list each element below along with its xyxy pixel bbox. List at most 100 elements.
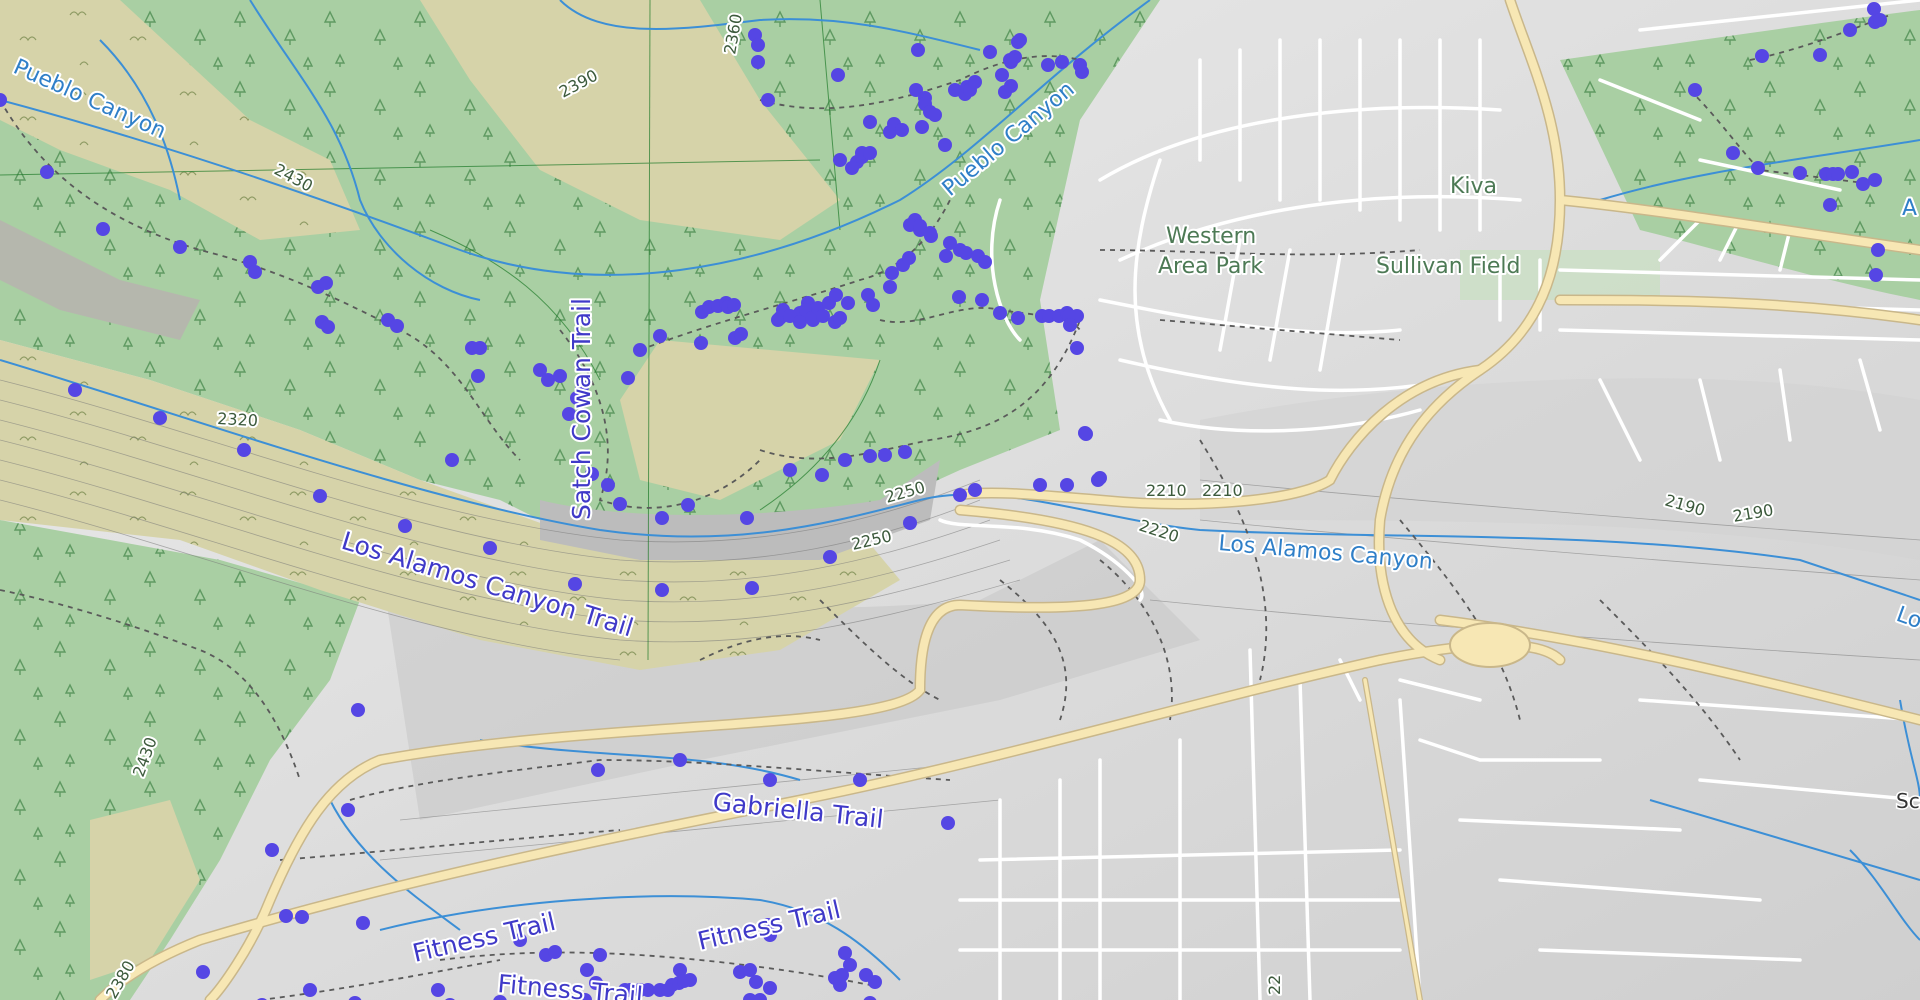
trail-marker[interactable] [734,327,748,341]
trail-marker[interactable] [833,311,847,325]
trail-marker[interactable] [580,963,594,977]
trail-marker[interactable] [727,298,741,312]
trail-marker[interactable] [1751,161,1765,175]
trail-marker[interactable] [96,222,110,236]
trail-marker[interactable] [978,255,992,269]
trail-marker[interactable] [1813,48,1827,62]
trail-marker[interactable] [833,153,847,167]
trail-marker[interactable] [694,336,708,350]
trail-marker[interactable] [841,296,855,310]
trail-marker[interactable] [613,497,627,511]
trail-marker[interactable] [983,45,997,59]
trail-marker[interactable] [943,236,957,250]
trail-marker[interactable] [859,968,873,982]
trail-marker[interactable] [621,371,635,385]
label-satch-cowan-trail[interactable]: Satch Cowan Trail [565,296,598,522]
trail-marker[interactable] [828,971,842,985]
trail-marker[interactable] [1793,166,1807,180]
trail-marker[interactable] [471,369,485,383]
trail-marker[interactable] [196,965,210,979]
trail-marker[interactable] [1823,198,1837,212]
trail-marker[interactable] [1011,35,1025,49]
trail-marker[interactable] [853,773,867,787]
trail-marker[interactable] [883,280,897,294]
trail-marker[interactable] [633,343,647,357]
trail-marker[interactable] [1091,473,1105,487]
trail-marker[interactable] [1869,268,1883,282]
trail-marker[interactable] [866,298,880,312]
trail-marker[interactable] [483,541,497,555]
trail-marker[interactable] [677,974,691,988]
trail-marker[interactable] [591,763,605,777]
trail-marker[interactable] [751,38,765,52]
trail-marker[interactable] [1688,83,1702,97]
trail-marker[interactable] [173,240,187,254]
trail-marker[interactable] [248,265,262,279]
trail-marker[interactable] [923,226,937,240]
trail-marker[interactable] [1871,243,1885,257]
trail-marker[interactable] [319,276,333,290]
trail-marker[interactable] [1070,341,1084,355]
trail-marker[interactable] [548,945,562,959]
map-canvas[interactable]: Los Alamos Canyon Trail Satch Cowan Trai… [0,0,1920,1000]
trail-marker[interactable] [763,981,777,995]
trail-marker[interactable] [749,975,763,989]
trail-marker[interactable] [601,478,615,492]
trail-marker[interactable] [938,138,952,152]
trail-marker[interactable] [390,319,404,333]
trail-marker[interactable] [968,483,982,497]
trail-marker[interactable] [681,498,695,512]
trail-marker[interactable] [911,43,925,57]
trail-marker[interactable] [793,315,807,329]
trail-marker[interactable] [823,550,837,564]
trail-marker[interactable] [265,843,279,857]
trail-marker[interactable] [751,55,765,69]
trail-marker[interactable] [398,519,412,533]
trail-marker[interactable] [1755,49,1769,63]
trail-marker[interactable] [1075,65,1089,79]
trail-marker[interactable] [1055,55,1069,69]
trail-marker[interactable] [279,909,293,923]
trail-marker[interactable] [740,511,754,525]
trail-marker[interactable] [838,946,852,960]
trail-marker[interactable] [237,443,251,457]
trail-marker[interactable] [1060,478,1074,492]
trail-marker[interactable] [653,329,667,343]
trail-marker[interactable] [40,165,54,179]
trail-marker[interactable] [915,120,929,134]
trail-marker[interactable] [903,516,917,530]
trail-marker[interactable] [473,341,487,355]
trail-marker[interactable] [356,916,370,930]
trail-marker[interactable] [783,463,797,477]
trail-marker[interactable] [939,249,953,263]
trail-marker[interactable] [838,453,852,467]
trail-marker[interactable] [303,983,317,997]
trail-marker[interactable] [1033,478,1047,492]
trail-marker[interactable] [898,445,912,459]
topographic-map[interactable]: Los Alamos Canyon Trail Satch Cowan Trai… [0,0,1920,1000]
trail-marker[interactable] [351,703,365,717]
trail-marker[interactable] [431,983,445,997]
trail-marker[interactable] [1843,23,1857,37]
trail-marker[interactable] [968,75,982,89]
trail-marker[interactable] [321,320,335,334]
trail-marker[interactable] [843,958,857,972]
trail-marker[interactable] [655,583,669,597]
trail-marker[interactable] [593,948,607,962]
trail-marker[interactable] [341,803,355,817]
trail-marker[interactable] [993,306,1007,320]
trail-marker[interactable] [68,383,82,397]
trail-marker[interactable] [845,161,859,175]
trail-marker[interactable] [445,453,459,467]
trail-marker[interactable] [816,309,830,323]
trail-marker[interactable] [1845,165,1859,179]
trail-marker[interactable] [995,68,1009,82]
trail-marker[interactable] [743,963,757,977]
trail-marker[interactable] [745,581,759,595]
trail-marker[interactable] [975,293,989,307]
trail-marker[interactable] [953,488,967,502]
trail-marker[interactable] [1856,177,1870,191]
trail-marker[interactable] [863,449,877,463]
trail-marker[interactable] [1079,427,1093,441]
trail-marker[interactable] [1868,173,1882,187]
